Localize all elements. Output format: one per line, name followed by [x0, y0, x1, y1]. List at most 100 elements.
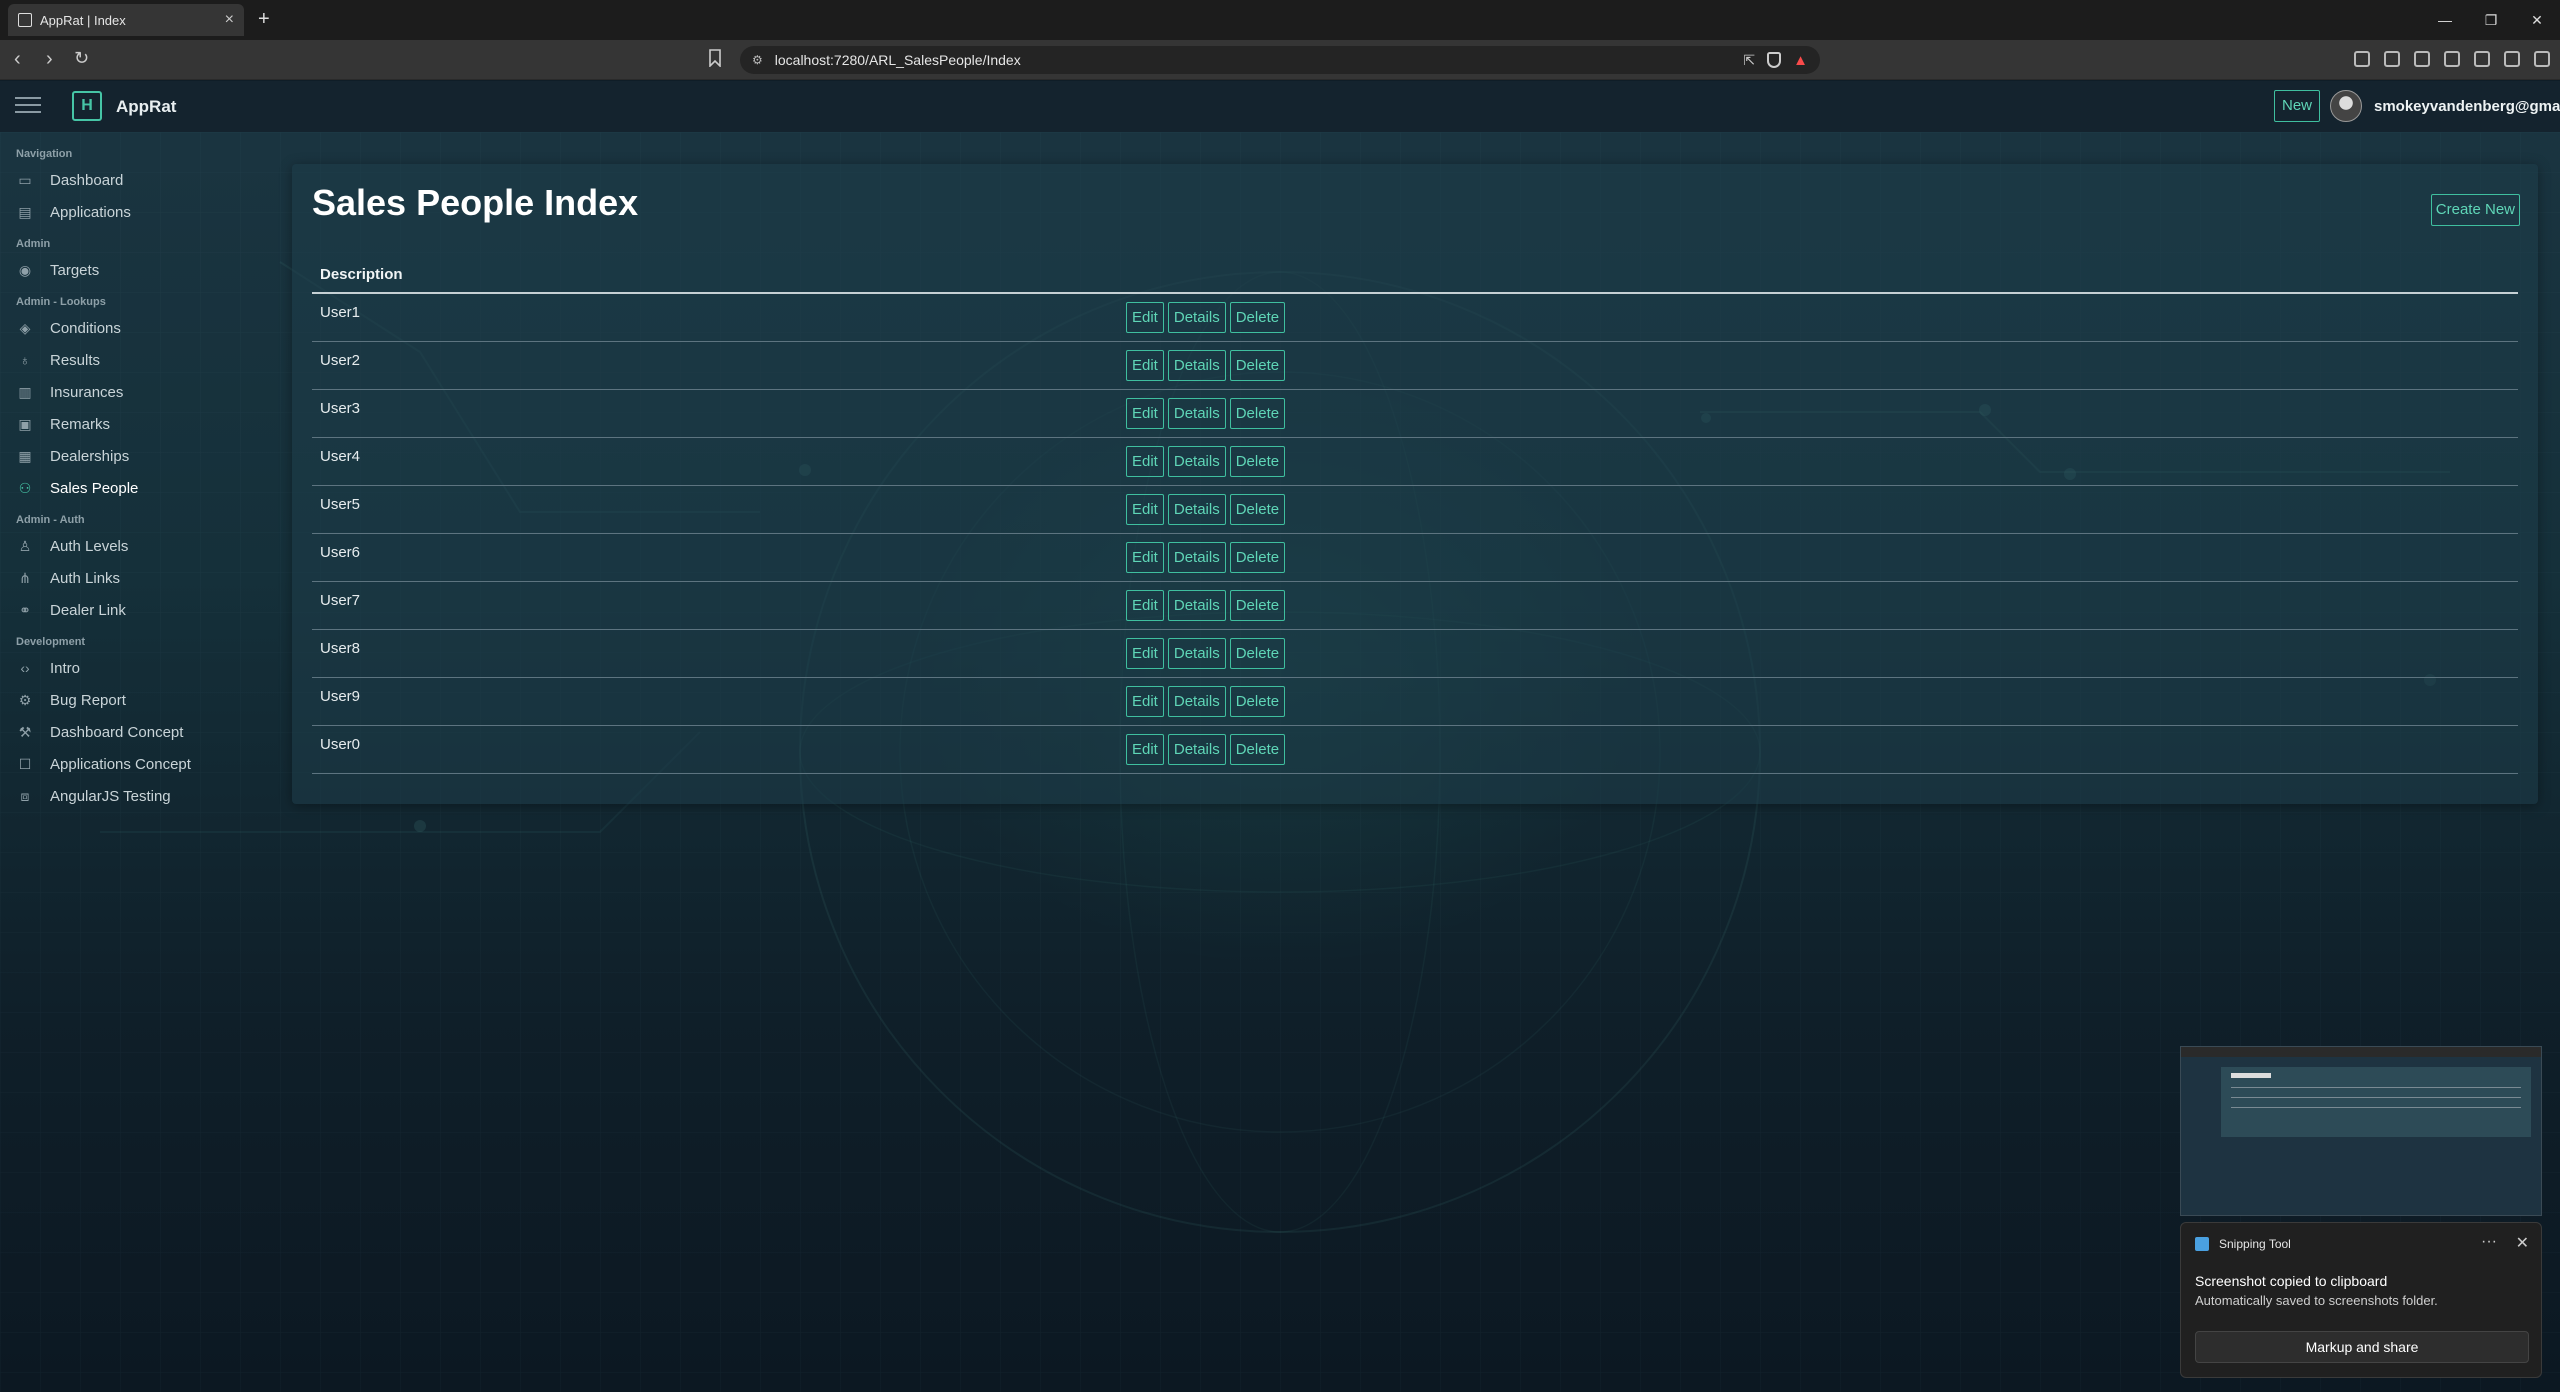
delete-button[interactable]: Delete	[1229, 398, 1286, 429]
details-button[interactable]: Details	[1167, 446, 1226, 477]
sidebar-item-label: Dashboard	[50, 171, 124, 189]
create-new-button[interactable]: Create New	[2430, 194, 2520, 226]
browser-tab[interactable]: AppRat | Index ×	[8, 4, 244, 36]
sidebar-item-targets[interactable]: ◉ Targets	[16, 257, 99, 283]
extension-icon[interactable]	[2354, 51, 2370, 67]
row-actions: Edit Details Delete	[1126, 638, 1286, 669]
sidebar-item-label: Dealer Link	[50, 601, 126, 619]
share-icon[interactable]: ⇱	[1743, 52, 1755, 69]
table-row: User4 Edit Details Delete	[312, 438, 2518, 486]
menu-icon[interactable]	[2534, 51, 2550, 67]
edit-button[interactable]: Edit	[1126, 542, 1164, 573]
delete-button[interactable]: Delete	[1229, 494, 1286, 525]
leo-icon[interactable]	[2474, 51, 2490, 67]
new-button[interactable]: New	[2274, 90, 2321, 122]
details-button[interactable]: Details	[1167, 350, 1226, 381]
edit-button[interactable]: Edit	[1126, 638, 1164, 669]
delete-button[interactable]: Delete	[1229, 542, 1286, 573]
edit-button[interactable]: Edit	[1126, 446, 1164, 477]
tab-close-icon[interactable]: ×	[225, 11, 234, 29]
delete-button[interactable]: Delete	[1229, 734, 1286, 765]
delete-button[interactable]: Delete	[1229, 638, 1286, 669]
wallet-icon[interactable]	[2444, 51, 2460, 67]
puzzle-icon[interactable]	[2384, 51, 2400, 67]
app-name[interactable]: AppRat	[116, 97, 176, 117]
sidebar-item-bug-report[interactable]: ⚙ Bug Report	[16, 687, 126, 713]
forward-icon[interactable]: ›	[46, 48, 53, 71]
new-tab-button[interactable]: +	[258, 8, 270, 31]
user-email[interactable]: smokeyvandenberg@gmail	[2374, 98, 2560, 115]
column-header-description: Description	[312, 260, 2518, 294]
more-options-icon[interactable]: ···	[2481, 1233, 2497, 1251]
row-description: User4	[320, 448, 361, 465]
edit-button[interactable]: Edit	[1126, 686, 1164, 717]
vpn-icon[interactable]	[2504, 51, 2520, 67]
details-button[interactable]: Details	[1167, 638, 1226, 669]
details-button[interactable]: Details	[1167, 302, 1226, 333]
toast-subtext: Automatically saved to screenshots folde…	[2195, 1293, 2438, 1308]
minimize-icon[interactable]: —	[2422, 0, 2468, 40]
edit-button[interactable]: Edit	[1126, 734, 1164, 765]
sidebar-item-dashboard-concept[interactable]: ⚒ Dashboard Concept	[16, 719, 184, 745]
details-button[interactable]: Details	[1167, 734, 1226, 765]
close-window-icon[interactable]: ✕	[2514, 0, 2560, 40]
edit-button[interactable]: Edit	[1126, 494, 1164, 525]
sidebar-item-dealerships[interactable]: ▦ Dealerships	[16, 443, 129, 469]
sidebar-item-insurances[interactable]: ▥ Insurances	[16, 379, 123, 405]
toast-app: Snipping Tool	[2195, 1237, 2291, 1251]
sidebar-section-title: Admin	[16, 238, 51, 250]
delete-button[interactable]: Delete	[1229, 350, 1286, 381]
details-button[interactable]: Details	[1167, 398, 1226, 429]
url-field[interactable]: ⚙ localhost:7280/ARL_SalesPeople/Index ⇱…	[740, 46, 1820, 74]
row-actions: Edit Details Delete	[1126, 542, 1286, 573]
table-row: User7 Edit Details Delete	[312, 582, 2518, 630]
sidebar-item-intro[interactable]: ‹› Intro	[16, 655, 80, 681]
toast-heading: Screenshot copied to clipboard	[2195, 1273, 2388, 1289]
sidebar-item-angularjs-testing[interactable]: ⧈ AngularJS Testing	[16, 783, 171, 809]
site-info-icon[interactable]: ⚙	[752, 53, 763, 67]
details-button[interactable]: Details	[1167, 494, 1226, 525]
sidebar-item-auth-links[interactable]: ⋔ Auth Links	[16, 565, 120, 591]
reload-icon[interactable]: ↻	[74, 48, 89, 69]
edit-button[interactable]: Edit	[1126, 302, 1164, 333]
screenshot-thumbnail[interactable]	[2180, 1046, 2542, 1216]
sidebar-item-applications[interactable]: ▤ Applications	[16, 199, 131, 225]
hamburger-menu-icon[interactable]	[15, 97, 41, 115]
sidebar-item-applications-concept[interactable]: ☐ Applications Concept	[16, 751, 191, 777]
edit-button[interactable]: Edit	[1126, 350, 1164, 381]
sidebar-item-label: Conditions	[50, 319, 121, 337]
link-icon: ⚭	[19, 601, 31, 618]
snipping-tool-icon	[2195, 1237, 2209, 1251]
sidebar-item-sales-people[interactable]: ⚇ Sales People	[16, 475, 139, 501]
sidebar-item-results[interactable]: ♁ Results	[16, 347, 100, 373]
close-icon[interactable]: ✕	[2516, 1233, 2529, 1253]
avatar[interactable]	[2330, 90, 2362, 122]
brave-shield-icon[interactable]	[1767, 52, 1782, 68]
delete-button[interactable]: Delete	[1229, 590, 1286, 621]
sidebar-item-auth-levels[interactable]: ♙ Auth Levels	[16, 533, 129, 559]
bookmark-icon[interactable]	[708, 49, 722, 67]
delete-button[interactable]: Delete	[1229, 446, 1286, 477]
sidebar-item-remarks[interactable]: ▣ Remarks	[16, 411, 110, 437]
sidebar-item-dealer-link[interactable]: ⚭ Dealer Link	[16, 597, 126, 623]
brave-rewards-icon[interactable]: ▲	[1793, 52, 1808, 69]
markup-and-share-button[interactable]: Markup and share	[2195, 1331, 2529, 1363]
window-controls: — ❐ ✕	[2422, 0, 2560, 40]
row-actions: Edit Details Delete	[1126, 590, 1286, 621]
target-icon: ◉	[18, 261, 32, 278]
restore-icon[interactable]: ❐	[2468, 0, 2514, 40]
details-button[interactable]: Details	[1167, 590, 1226, 621]
delete-button[interactable]: Delete	[1229, 686, 1286, 717]
code-box-icon: ⧈	[20, 787, 30, 804]
delete-button[interactable]: Delete	[1229, 302, 1286, 333]
back-icon[interactable]: ‹	[14, 48, 21, 71]
sidebar-item-dashboard[interactable]: ▭ Dashboard	[16, 167, 123, 193]
edit-button[interactable]: Edit	[1126, 398, 1164, 429]
details-button[interactable]: Details	[1167, 542, 1226, 573]
sidebar-toggle-icon[interactable]	[2414, 51, 2430, 67]
sidebar-item-conditions[interactable]: ◈ Conditions	[16, 315, 121, 341]
bug-icon: ⚙	[18, 691, 32, 708]
monitor-icon: ▭	[18, 171, 32, 188]
edit-button[interactable]: Edit	[1126, 590, 1164, 621]
details-button[interactable]: Details	[1167, 686, 1226, 717]
